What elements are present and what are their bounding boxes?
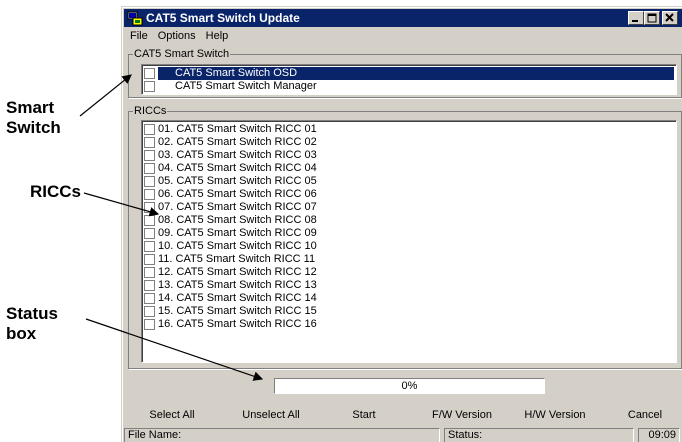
- list-item-label: 10. CAT5 Smart Switch RICC 10: [158, 240, 317, 252]
- start-button[interactable]: Start: [344, 406, 384, 424]
- list-item-label: 14. CAT5 Smart Switch RICC 14: [158, 292, 317, 304]
- list-item-label: 05. CAT5 Smart Switch RICC 05: [158, 175, 317, 187]
- riccs-group: RICCs 01. CAT5 Smart Switch RICC 01 02. C…: [128, 105, 682, 369]
- list-item-label: 02. CAT5 Smart Switch RICC 02: [158, 136, 317, 148]
- maximize-button[interactable]: [644, 11, 660, 25]
- callout-smart-switch-line2: Switch: [6, 118, 61, 137]
- maximize-icon: [647, 13, 657, 23]
- select-all-button[interactable]: Select All: [142, 406, 202, 424]
- callout-smart-switch: Smart Switch: [6, 98, 61, 138]
- riccs-list[interactable]: 01. CAT5 Smart Switch RICC 01 02. CAT5 Sm…: [141, 120, 677, 363]
- callout-status-box-line1: Status: [6, 304, 58, 323]
- button-bar: Select All Unselect All Start F/W Versio…: [122, 404, 682, 426]
- callout-status-box-line2: box: [6, 324, 37, 343]
- smart-switch-group-label: CAT5 Smart Switch: [133, 48, 231, 60]
- ricc-list-item[interactable]: 12. CAT5 Smart Switch RICC 12: [142, 266, 676, 279]
- ricc-list-item[interactable]: 14. CAT5 Smart Switch RICC 14: [142, 292, 676, 305]
- checkbox[interactable]: [144, 306, 155, 317]
- list-item-label: 04. CAT5 Smart Switch RICC 04: [158, 162, 317, 174]
- list-item-label: 15. CAT5 Smart Switch RICC 15: [158, 305, 317, 317]
- close-button[interactable]: [662, 11, 678, 25]
- cancel-button[interactable]: Cancel: [622, 406, 668, 424]
- checkbox[interactable]: [144, 215, 155, 226]
- status-progress-bar: 0%: [274, 378, 545, 394]
- checkbox[interactable]: [144, 68, 155, 79]
- list-item-label: CAT5 Smart Switch OSD: [158, 67, 674, 80]
- ricc-list-item[interactable]: 04. CAT5 Smart Switch RICC 04: [142, 162, 676, 175]
- file-name-panel: File Name:: [124, 428, 440, 442]
- callout-riccs: RICCs: [30, 182, 82, 201]
- clock-panel: 09:09: [638, 428, 680, 442]
- checkbox[interactable]: [144, 280, 155, 291]
- ricc-list-item[interactable]: 07. CAT5 Smart Switch RICC 07: [142, 201, 676, 214]
- checkbox[interactable]: [144, 124, 155, 135]
- window-title: CAT5 Smart Switch Update: [146, 11, 300, 25]
- checkbox[interactable]: [144, 176, 155, 187]
- unselect-all-button[interactable]: Unselect All: [236, 406, 306, 424]
- ricc-list-item[interactable]: 10. CAT5 Smart Switch RICC 10: [142, 240, 676, 253]
- ricc-list-item[interactable]: 01. CAT5 Smart Switch RICC 01: [142, 123, 676, 136]
- checkbox[interactable]: [144, 267, 155, 278]
- minimize-icon: [632, 20, 638, 22]
- checkbox[interactable]: [144, 319, 155, 330]
- ricc-list-item[interactable]: 11. CAT5 Smart Switch RICC 11: [142, 253, 676, 266]
- riccs-group-label: RICCs: [133, 105, 168, 117]
- ricc-list-item[interactable]: 02. CAT5 Smart Switch RICC 02: [142, 136, 676, 149]
- title-bar[interactable]: CAT5 Smart Switch Update: [124, 9, 682, 27]
- list-item-label: 08. CAT5 Smart Switch RICC 08: [158, 214, 317, 226]
- close-icon: [665, 13, 674, 22]
- menu-help[interactable]: Help: [206, 30, 229, 42]
- menu-options[interactable]: Options: [158, 30, 196, 42]
- ricc-list-item[interactable]: 15. CAT5 Smart Switch RICC 15: [142, 305, 676, 318]
- ricc-list-item[interactable]: 16. CAT5 Smart Switch RICC 16: [142, 318, 676, 331]
- list-item-label: 03. CAT5 Smart Switch RICC 03: [158, 149, 317, 161]
- checkbox[interactable]: [144, 189, 155, 200]
- ricc-list-item[interactable]: 09. CAT5 Smart Switch RICC 09: [142, 227, 676, 240]
- ricc-list-item[interactable]: 05. CAT5 Smart Switch RICC 05: [142, 175, 676, 188]
- checkbox[interactable]: [144, 254, 155, 265]
- checkbox[interactable]: [144, 163, 155, 174]
- checkbox[interactable]: [144, 81, 155, 92]
- smart-switch-item-osd[interactable]: CAT5 Smart Switch OSD: [142, 67, 676, 80]
- list-item-label: CAT5 Smart Switch Manager: [175, 80, 317, 92]
- smart-switch-item-manager[interactable]: CAT5 Smart Switch Manager: [142, 80, 676, 93]
- app-icon: [127, 11, 143, 26]
- ricc-list-item[interactable]: 06. CAT5 Smart Switch RICC 06: [142, 188, 676, 201]
- menu-bar: File Options Help: [124, 28, 232, 45]
- callout-status-box: Status box: [6, 304, 58, 344]
- list-item-label: 11. CAT5 Smart Switch RICC 11: [158, 253, 316, 265]
- list-item-label: 13. CAT5 Smart Switch RICC 13: [158, 279, 317, 291]
- list-item-label: 12. CAT5 Smart Switch RICC 12: [158, 266, 317, 278]
- menu-file[interactable]: File: [130, 30, 148, 42]
- checkbox[interactable]: [144, 202, 155, 213]
- fw-version-button[interactable]: F/W Version: [427, 406, 497, 424]
- status-bar: File Name: Status: 09:09: [124, 427, 681, 442]
- callout-smart-switch-line1: Smart: [6, 98, 55, 117]
- progress-percent: 0%: [401, 380, 418, 392]
- checkbox[interactable]: [144, 293, 155, 304]
- ricc-list-item[interactable]: 08. CAT5 Smart Switch RICC 08: [142, 214, 676, 227]
- smart-switch-group: CAT5 Smart Switch CAT5 Smart Switch OSD …: [128, 48, 682, 98]
- list-item-label: 06. CAT5 Smart Switch RICC 06: [158, 188, 317, 200]
- checkbox[interactable]: [144, 241, 155, 252]
- checkbox[interactable]: [144, 150, 155, 161]
- ricc-list-item[interactable]: 13. CAT5 Smart Switch RICC 13: [142, 279, 676, 292]
- checkbox[interactable]: [144, 228, 155, 239]
- list-item-label: 07. CAT5 Smart Switch RICC 07: [158, 201, 317, 213]
- smart-switch-list[interactable]: CAT5 Smart Switch OSD CAT5 Smart Switch …: [141, 64, 677, 95]
- list-item-label: 09. CAT5 Smart Switch RICC 09: [158, 227, 317, 239]
- update-window: CAT5 Smart Switch Update File Options Help…: [121, 6, 682, 442]
- ricc-list-item[interactable]: 03. CAT5 Smart Switch RICC 03: [142, 149, 676, 162]
- list-item-label: 16. CAT5 Smart Switch RICC 16: [158, 318, 317, 330]
- minimize-button[interactable]: [628, 11, 644, 25]
- status-panel: Status:: [444, 428, 634, 442]
- hw-version-button[interactable]: H/W Version: [520, 406, 590, 424]
- checkbox[interactable]: [144, 137, 155, 148]
- list-item-label: 01. CAT5 Smart Switch RICC 01: [158, 123, 317, 135]
